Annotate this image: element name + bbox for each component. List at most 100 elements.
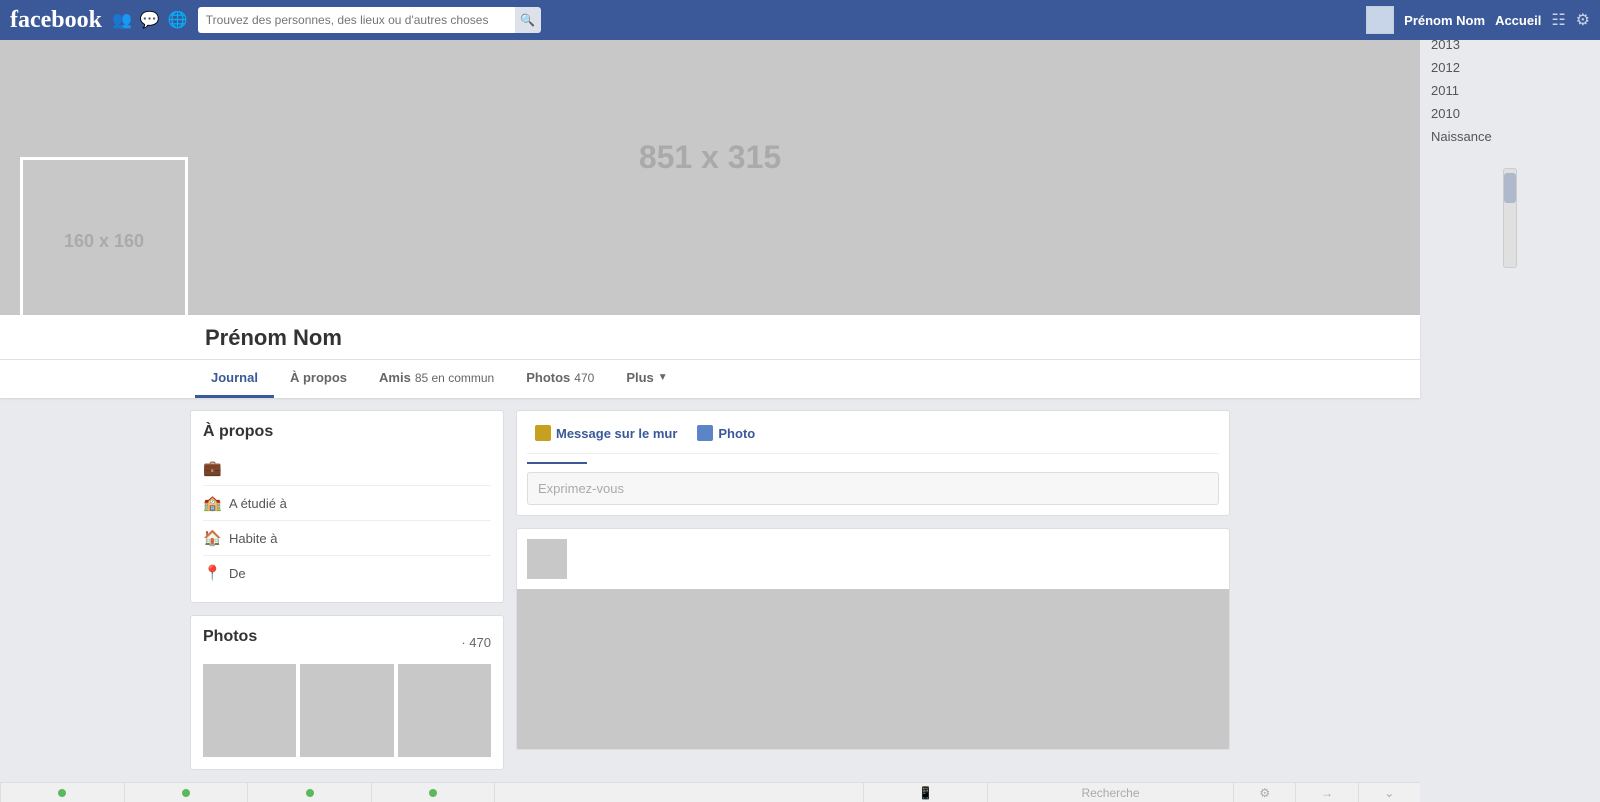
photo-tab-icon bbox=[697, 425, 713, 441]
messages-icon[interactable]: 💬 bbox=[140, 10, 160, 30]
nav-gear-icon[interactable]: ⚙ bbox=[1576, 10, 1590, 30]
top-navigation: facebook 👥 💬 🌐 🔍 Prénom Nom Accueil ☷ ⚙ bbox=[0, 0, 1600, 40]
bottom-login-icon[interactable]: → bbox=[1321, 786, 1333, 800]
timeline-item-2012[interactable]: 2012 bbox=[1420, 56, 1600, 79]
post-tab-photo-label: Photo bbox=[718, 426, 755, 441]
about-school-item: 🏫 A étudié à bbox=[203, 486, 491, 521]
tab-photos[interactable]: Photos 470 bbox=[510, 360, 610, 398]
briefcase-icon: 💼 bbox=[203, 459, 221, 477]
nav-user-name[interactable]: Prénom Nom bbox=[1404, 13, 1485, 28]
status-cell-login: → bbox=[1295, 783, 1357, 802]
timeline-item-2011[interactable]: 2011 bbox=[1420, 79, 1600, 102]
nav-right-section: Prénom Nom Accueil ☷ ⚙ bbox=[1366, 6, 1590, 34]
content-area: À propos 💼 🏫 A étudié à 🏠 Habite à 📍 bbox=[190, 398, 1230, 782]
status-cell-settings: ⚙ bbox=[1233, 783, 1295, 802]
tab-photos-label: Photos bbox=[526, 370, 570, 385]
left-column: À propos 💼 🏫 A étudié à 🏠 Habite à 📍 bbox=[190, 410, 504, 770]
feed-post-header bbox=[517, 529, 1229, 589]
about-card: À propos 💼 🏫 A étudié à 🏠 Habite à 📍 bbox=[190, 410, 504, 603]
photos-card-title: Photos bbox=[203, 628, 257, 646]
bottom-status-bar: 📱 Recherche ⚙ → ⌄ bbox=[0, 782, 1420, 802]
about-school-label: A étudié à bbox=[229, 496, 287, 511]
tab-photos-badge: 470 bbox=[574, 371, 594, 385]
tab-plus[interactable]: Plus ▼ bbox=[610, 360, 683, 398]
profile-picture[interactable]: 160 x 160 bbox=[20, 157, 188, 325]
timeline-item-naissance[interactable]: Naissance bbox=[1420, 125, 1600, 148]
about-from-item: 📍 De bbox=[203, 556, 491, 590]
bottom-settings-icon[interactable]: ⚙ bbox=[1259, 786, 1270, 800]
about-home-item: 🏠 Habite à bbox=[203, 521, 491, 556]
feed-card bbox=[516, 528, 1230, 750]
tab-journal[interactable]: Journal bbox=[195, 360, 274, 398]
status-cell-4 bbox=[371, 783, 495, 802]
message-wall-icon bbox=[535, 425, 551, 441]
tab-amis[interactable]: Amis 85 en commun bbox=[363, 360, 510, 398]
photos-card: Photos · 470 bbox=[190, 615, 504, 770]
status-dot-3 bbox=[306, 789, 314, 797]
post-tabs: Message sur le mur Photo bbox=[527, 421, 1219, 454]
profile-main: 851 x 315 160 x 160 Prénom Nom Journal À… bbox=[0, 0, 1420, 802]
profile-tabs: Journal À propos Amis 85 en commun Photo… bbox=[0, 359, 1420, 398]
tab-apropos[interactable]: À propos bbox=[274, 360, 363, 398]
tab-plus-dropdown-icon: ▼ bbox=[658, 372, 668, 383]
post-tab-photo[interactable]: Photo bbox=[689, 421, 763, 445]
photo-thumb-1[interactable] bbox=[203, 664, 296, 757]
tab-plus-label: Plus bbox=[626, 370, 653, 385]
timeline-label-2012: 2012 bbox=[1431, 60, 1460, 75]
cover-dimensions-label: 851 x 315 bbox=[639, 139, 781, 176]
phone-icon: 📱 bbox=[918, 786, 933, 800]
profile-header-bar: Prénom Nom Journal À propos Amis 85 en c… bbox=[0, 315, 1420, 398]
status-cell-5 bbox=[494, 783, 863, 802]
nav-grid-icon[interactable]: ☷ bbox=[1551, 10, 1565, 30]
about-card-title: À propos bbox=[203, 423, 491, 441]
profile-pic-dimensions-label: 160 x 160 bbox=[64, 231, 144, 252]
nav-icons-group: 👥 💬 🌐 bbox=[112, 10, 188, 30]
timeline-label-2010: 2010 bbox=[1431, 106, 1460, 121]
post-tab-message-label: Message sur le mur bbox=[556, 426, 677, 441]
post-input[interactable]: Exprimez-vous bbox=[527, 472, 1219, 505]
page-body: 851 x 315 160 x 160 Prénom Nom Journal À… bbox=[0, 0, 1600, 802]
timeline-scrollbar-thumb[interactable] bbox=[1504, 173, 1516, 203]
post-tab-message[interactable]: Message sur le mur bbox=[527, 421, 685, 445]
status-cell-arrow: ⌄ bbox=[1358, 783, 1420, 802]
status-dot-4 bbox=[429, 789, 437, 797]
search-button[interactable]: 🔍 bbox=[515, 7, 541, 33]
timeline-sidebar: Maintenant 2013 2012 2011 2010 Naissance bbox=[1420, 0, 1600, 802]
status-dot-1 bbox=[58, 789, 66, 797]
nav-accueil-link[interactable]: Accueil bbox=[1495, 13, 1541, 28]
timeline-scrollbar[interactable] bbox=[1503, 168, 1517, 268]
post-box: Message sur le mur Photo Exprimez-vous bbox=[516, 410, 1230, 516]
profile-name: Prénom Nom bbox=[205, 325, 342, 350]
cover-photo: 851 x 315 160 x 160 bbox=[0, 0, 1420, 315]
photos-count: · 470 bbox=[461, 635, 491, 650]
tab-amis-label: Amis bbox=[379, 370, 411, 385]
tab-apropos-label: À propos bbox=[290, 370, 347, 385]
about-from-label: De bbox=[229, 566, 246, 581]
status-cell-search: Recherche bbox=[987, 783, 1233, 802]
timeline-label-naissance: Naissance bbox=[1431, 129, 1492, 144]
search-input[interactable] bbox=[198, 7, 518, 33]
photos-card-header: Photos · 470 bbox=[203, 628, 491, 656]
status-cell-1 bbox=[0, 783, 124, 802]
right-column: Message sur le mur Photo Exprimez-vous bbox=[516, 410, 1230, 770]
bottom-down-icon[interactable]: ⌄ bbox=[1384, 786, 1394, 800]
photo-thumb-3[interactable] bbox=[398, 664, 491, 757]
profile-name-row: Prénom Nom bbox=[0, 315, 1420, 351]
about-home-label: Habite à bbox=[229, 531, 277, 546]
post-separator bbox=[527, 462, 587, 464]
globe-icon[interactable]: 🌐 bbox=[168, 10, 188, 30]
status-cell-phone: 📱 bbox=[863, 783, 987, 802]
status-dot-2 bbox=[182, 789, 190, 797]
friends-icon[interactable]: 👥 bbox=[112, 10, 132, 30]
tab-amis-badge: 85 en commun bbox=[415, 371, 494, 385]
feed-content-image bbox=[517, 589, 1229, 749]
photo-thumb-2[interactable] bbox=[300, 664, 393, 757]
school-icon: 🏫 bbox=[203, 494, 221, 512]
status-cell-2 bbox=[124, 783, 248, 802]
timeline-item-2010[interactable]: 2010 bbox=[1420, 102, 1600, 125]
nav-user-avatar bbox=[1366, 6, 1394, 34]
photos-grid bbox=[203, 664, 491, 757]
feed-post-avatar bbox=[527, 539, 567, 579]
timeline-label-2011: 2011 bbox=[1431, 83, 1459, 98]
status-cell-3 bbox=[247, 783, 371, 802]
